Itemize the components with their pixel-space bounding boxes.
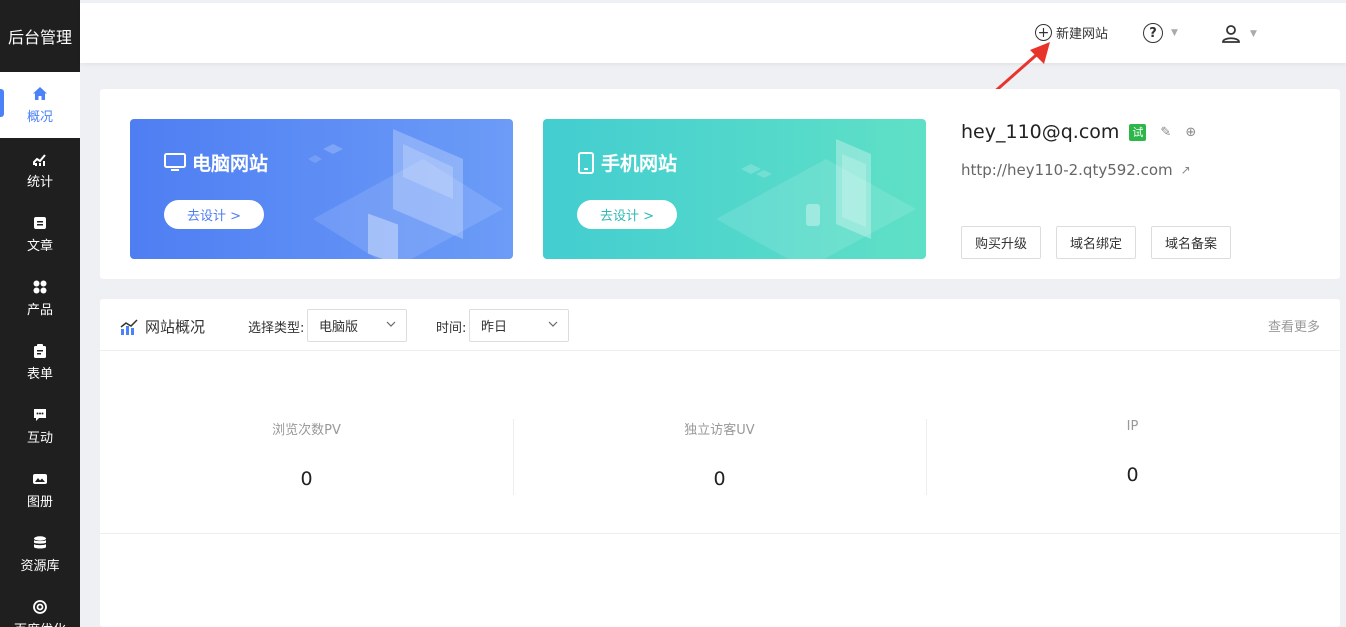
sidebar-item-forms[interactable]: 表单 bbox=[0, 330, 80, 394]
stat-value: 0 bbox=[300, 468, 313, 490]
plus-circle-icon: + bbox=[1035, 24, 1052, 41]
new-site-label: 新建网站 bbox=[1056, 27, 1109, 42]
pc-site-title-text: 电脑网站 bbox=[192, 153, 269, 175]
overview-title-text: 网站概况 bbox=[145, 318, 206, 336]
sidebar-item-label: 统计 bbox=[26, 174, 53, 190]
pc-illustration bbox=[308, 129, 503, 259]
mobile-design-button[interactable]: 去设计 > bbox=[577, 200, 677, 229]
type-select[interactable]: 电脑版 bbox=[307, 309, 407, 342]
account-info: hey_110@q.com 试 ✎ ⊕ http://hey110-2.qty5… bbox=[961, 121, 1231, 259]
grid-icon bbox=[33, 280, 47, 293]
phone-icon bbox=[578, 151, 594, 174]
stat-label: 独立访客UV bbox=[684, 423, 755, 438]
external-link-icon[interactable]: ↗ bbox=[1181, 163, 1191, 177]
stat-label: IP bbox=[1126, 419, 1139, 434]
type-label: 选择类型: bbox=[248, 321, 305, 336]
time-select-value: 昨日 bbox=[481, 320, 508, 335]
pc-site-title: 电脑网站 bbox=[164, 149, 268, 176]
sidebar-item-label: 图册 bbox=[26, 494, 53, 510]
sidebar-item-gallery[interactable]: 图册 bbox=[0, 458, 80, 522]
time-label: 时间: bbox=[436, 321, 467, 336]
sidebar-item-label: 资源库 bbox=[20, 558, 60, 574]
chevron-down-icon bbox=[548, 321, 558, 327]
mobile-site-title: 手机网站 bbox=[577, 149, 677, 176]
chevron-down-icon bbox=[386, 321, 396, 327]
trial-badge: 试 bbox=[1129, 123, 1147, 141]
pc-design-button[interactable]: 去设计 > bbox=[164, 200, 264, 229]
brand-title: 后台管理 bbox=[0, 0, 80, 72]
add-circle-icon[interactable]: ⊕ bbox=[1185, 125, 1196, 140]
sidebar-item-label: 概况 bbox=[26, 109, 53, 125]
sidebar-item-interaction[interactable]: 互动 bbox=[0, 394, 80, 458]
upgrade-button[interactable]: 购买升级 bbox=[961, 226, 1041, 259]
monitor-icon bbox=[164, 152, 186, 171]
bind-domain-button[interactable]: 域名绑定 bbox=[1056, 226, 1136, 259]
sidebar-item-stats[interactable]: 统计 bbox=[0, 138, 80, 202]
sidebar-item-seo[interactable]: 百度优化 bbox=[0, 586, 80, 627]
sidebar-item-label: 文章 bbox=[26, 238, 53, 254]
stat-pv: 浏览次数PV 0 bbox=[100, 419, 513, 495]
pc-site-card: 电脑网站 去设计 > bbox=[130, 119, 513, 259]
new-site-button[interactable]: + 新建网站 bbox=[1035, 23, 1108, 42]
gallery-icon bbox=[33, 473, 47, 484]
account-actions: 购买升级 域名绑定 域名备案 bbox=[961, 226, 1231, 259]
sidebar-item-products[interactable]: 产品 bbox=[0, 266, 80, 330]
domain-filing-button[interactable]: 域名备案 bbox=[1151, 226, 1231, 259]
stat-uv: 独立访客UV 0 bbox=[513, 419, 926, 495]
document-icon bbox=[34, 216, 46, 229]
chart-icon bbox=[33, 153, 46, 166]
stat-ip: IP 0 bbox=[926, 419, 1339, 495]
site-url[interactable]: http://hey110-2.qty592.com bbox=[961, 161, 1173, 179]
database-icon bbox=[34, 535, 46, 548]
stat-value: 0 bbox=[713, 468, 726, 490]
sidebar-item-label: 百度优化 bbox=[14, 619, 66, 627]
stat-label: 浏览次数PV bbox=[272, 423, 341, 438]
account-email: hey_110@q.com bbox=[961, 121, 1120, 143]
type-select-value: 电脑版 bbox=[319, 320, 359, 335]
edit-icon[interactable]: ✎ bbox=[1160, 125, 1171, 140]
site-cards-panel: 电脑网站 去设计 > 手机网站 去设计 > hey_110@q.com 试 ✎ … bbox=[100, 89, 1340, 279]
sidebar-item-label: 产品 bbox=[26, 302, 53, 318]
stat-value: 0 bbox=[1126, 464, 1139, 486]
target-icon bbox=[33, 599, 47, 614]
chat-icon bbox=[34, 408, 46, 421]
overview-title: 网站概况 bbox=[120, 316, 205, 337]
clipboard-icon bbox=[34, 343, 46, 358]
overview-divider bbox=[100, 533, 1340, 534]
mobile-site-title-text: 手机网站 bbox=[601, 153, 678, 175]
chevron-down-icon: ▼ bbox=[1171, 28, 1178, 38]
chevron-down-icon: ▼ bbox=[1250, 29, 1257, 39]
view-more-link[interactable]: 查看更多 bbox=[1268, 316, 1320, 335]
trend-chart-icon bbox=[120, 319, 138, 335]
overview-panel: 网站概况 选择类型: 电脑版 时间: 昨日 查看更多 浏览次数PV 0 独立访客… bbox=[100, 299, 1340, 627]
user-icon bbox=[1222, 25, 1240, 43]
sidebar-item-label: 互动 bbox=[26, 430, 53, 446]
sidebar-item-resources[interactable]: 资源库 bbox=[0, 522, 80, 586]
overview-header: 网站概况 选择类型: 电脑版 时间: 昨日 查看更多 bbox=[100, 299, 1340, 351]
top-bar: + 新建网站 ? ▼ ▼ bbox=[80, 3, 1346, 63]
mobile-site-card: 手机网站 去设计 > bbox=[543, 119, 926, 259]
site-url-row: http://hey110-2.qty592.com ↗ bbox=[961, 161, 1191, 179]
user-menu[interactable]: ▼ bbox=[1220, 23, 1257, 45]
mobile-illustration bbox=[716, 139, 916, 259]
sidebar-item-overview[interactable]: 概况 bbox=[0, 73, 80, 137]
sidebar-item-articles[interactable]: 文章 bbox=[0, 202, 80, 266]
help-icon: ? bbox=[1143, 23, 1163, 43]
account-email-row: hey_110@q.com 试 ✎ ⊕ bbox=[961, 121, 1196, 143]
help-menu[interactable]: ? ▼ bbox=[1143, 23, 1178, 43]
time-select[interactable]: 昨日 bbox=[469, 309, 569, 342]
home-icon bbox=[33, 86, 47, 100]
sidebar-item-label: 表单 bbox=[26, 366, 53, 382]
